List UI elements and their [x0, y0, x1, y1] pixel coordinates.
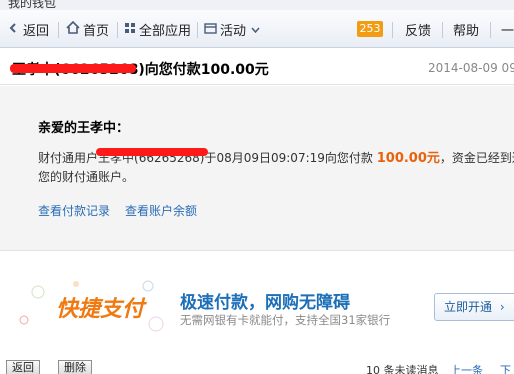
home-button[interactable]: 首页	[66, 20, 110, 39]
footer-bar: 返回 删除 10 条未读消息 上一条 下	[0, 358, 514, 374]
chevron-right-icon: ›	[499, 300, 505, 314]
activity-button[interactable]: 活动	[204, 20, 263, 39]
window-title-bar: 我的钱包	[0, 0, 514, 10]
footer-delete-button[interactable]: 删除	[58, 360, 92, 374]
quick-pay-logo-text: 快捷支付	[56, 297, 147, 322]
back-arrow-icon	[8, 22, 20, 37]
feedback-link[interactable]: 反馈	[405, 20, 431, 39]
back-button[interactable]: 返回	[8, 20, 50, 39]
message-date: 2014-08-09 09	[428, 61, 514, 75]
toolbar-divider	[58, 22, 59, 38]
banner-subline: 无需网银有卡就能付，支持全国31家银行	[180, 313, 391, 327]
payment-suffix: ，资金已经到达	[439, 151, 514, 165]
view-payments-link[interactable]: 查看付款记录	[38, 202, 110, 219]
view-balance-link[interactable]: 查看账户余额	[125, 202, 197, 219]
activity-label: 活动	[220, 23, 247, 39]
redaction-mark	[96, 148, 208, 156]
quick-pay-banner[interactable]: 快捷支付 极速付款，网购无障碍 无需网银有卡就能付，支持全国31家银行 立即开通…	[0, 262, 514, 347]
unread-message-count: 10 条未读消息	[366, 364, 439, 374]
footer-back-button[interactable]: 返回	[6, 360, 40, 374]
quick-pay-logo: 快捷支付	[16, 276, 176, 336]
greeting: 亲爱的王孝中：	[38, 121, 130, 136]
toolbar-divider	[490, 22, 491, 38]
previous-message-link[interactable]: 上一条	[450, 362, 483, 374]
payment-amount: 100.00元	[376, 151, 440, 166]
toolbar-divider	[392, 22, 393, 38]
activate-now-label: 立即开通	[444, 300, 493, 314]
help-link[interactable]: 帮助	[453, 20, 479, 39]
apps-grid-icon	[124, 22, 136, 37]
next-message-link[interactable]: 下	[500, 362, 511, 374]
subject-text: )向您付款100.00元	[138, 62, 269, 78]
more-menu[interactable]: 一	[501, 20, 514, 39]
activate-now-button[interactable]: 立即开通 ›	[434, 293, 514, 321]
toolbar-divider	[197, 22, 198, 38]
back-label: 返回	[23, 23, 50, 39]
message-body: 亲爱的王孝中： 财付通用户王孝中(66265268)于08月09日09:07:1…	[0, 86, 514, 251]
all-apps-label: 全部应用	[139, 23, 192, 39]
toolbar-divider	[117, 22, 118, 38]
chevron-down-icon	[251, 22, 260, 36]
payment-detail-line-2: 您的财付通账户。	[38, 170, 135, 184]
home-icon	[66, 20, 80, 37]
unread-count-badge[interactable]: 253	[357, 21, 383, 37]
home-label: 首页	[83, 23, 110, 39]
message-subject-bar: 王孝中(66265268)向您付款100.00元 2014-08-09 09	[0, 49, 514, 85]
toolbar: 返回 首页 全部应用 活动 253 反馈 帮助 一	[0, 10, 514, 48]
redaction-mark	[10, 64, 136, 73]
window-title: 我的钱包	[8, 0, 57, 10]
all-apps-button[interactable]: 全部应用	[124, 20, 192, 39]
calendar-icon	[204, 22, 217, 37]
toolbar-divider	[442, 22, 443, 38]
payment-prefix: 财付通用户	[38, 151, 99, 165]
banner-headline: 极速付款，网购无障碍	[180, 293, 350, 313]
